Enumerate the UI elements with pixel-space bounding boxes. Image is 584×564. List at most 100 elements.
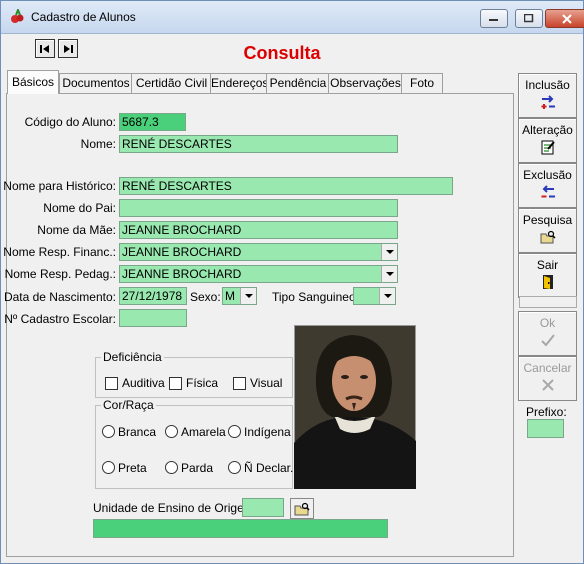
nome-historico-field[interactable]: RENÉ DESCARTES — [119, 177, 453, 195]
sidebar-separator — [519, 296, 577, 308]
nome-label: Nome: — [80, 137, 116, 151]
cancel-x-icon — [541, 379, 554, 391]
amarela-label: Amarela — [181, 425, 226, 439]
indigena-label: Indígena — [244, 425, 291, 439]
chevron-down-icon[interactable] — [379, 288, 395, 304]
pesquisa-label: Pesquisa — [522, 213, 573, 227]
visual-checkbox[interactable] — [233, 377, 246, 390]
radio-parda[interactable] — [165, 461, 178, 474]
cancelar-button[interactable]: Cancelar — [518, 356, 577, 401]
mode-label: Consulta — [243, 43, 321, 63]
sair-button[interactable]: Sair — [518, 253, 577, 298]
exclusao-button[interactable]: Exclusão — [518, 163, 577, 208]
alteracao-button[interactable]: Alteração — [518, 118, 577, 163]
chevron-down-icon[interactable] — [381, 266, 397, 282]
tab-enderecos[interactable]: Endereços — [210, 73, 268, 93]
add-record-icon — [541, 95, 555, 109]
cadastro-escolar-label: Nº Cadastro Escolar: — [4, 312, 116, 326]
preta-label: Preta — [118, 461, 147, 475]
cancelar-label: Cancelar — [523, 361, 572, 375]
exit-door-icon — [542, 275, 553, 289]
parda-label: Parda — [181, 461, 214, 475]
sexo-select[interactable]: M — [222, 287, 257, 305]
cadastro-escolar-field[interactable] — [119, 309, 187, 327]
resp-pedag-select[interactable]: JEANNE BROCHARD — [119, 265, 398, 283]
edit-record-icon — [541, 140, 555, 155]
radio-nao-declarado[interactable] — [228, 461, 241, 474]
resp-pedag-label: Nome Resp. Pedag.: — [4, 267, 116, 281]
ok-button[interactable]: Ok — [518, 311, 577, 356]
unidade-origem-code-field[interactable] — [242, 498, 284, 517]
radio-amarela[interactable] — [165, 425, 178, 438]
data-nasc-field[interactable]: 27/12/1978 — [119, 287, 187, 305]
inclusao-button[interactable]: Inclusão — [518, 73, 577, 118]
nome-pai-field[interactable] — [119, 199, 398, 217]
tab-observacoes[interactable]: Observações — [328, 73, 403, 93]
resp-pedag-value: JEANNE BROCHARD — [122, 267, 242, 281]
sair-label: Sair — [536, 258, 559, 272]
deficiencia-group: Deficiência Auditiva Física Visual — [95, 350, 293, 398]
resp-financ-select[interactable]: JEANNE BROCHARD — [119, 243, 398, 261]
visual-label: Visual — [250, 376, 283, 390]
student-photo — [294, 325, 416, 489]
ok-label: Ok — [539, 316, 556, 330]
minimize-icon — [489, 18, 498, 21]
unidade-origem-label: Unidade de Ensino de Origem: — [93, 501, 258, 515]
nao-declarado-label: Ñ Declar. — [244, 461, 294, 475]
nome-mae-field[interactable]: JEANNE BROCHARD — [119, 221, 398, 239]
branca-label: Branca — [118, 425, 157, 439]
close-button[interactable] — [545, 9, 584, 28]
sexo-value: M — [225, 289, 235, 303]
radio-preta[interactable] — [102, 461, 115, 474]
codigo-label: Código do Aluno: — [24, 115, 116, 129]
chevron-down-icon[interactable] — [240, 288, 256, 304]
fisica-checkbox[interactable] — [169, 377, 182, 390]
maximize-icon — [524, 14, 534, 23]
tab-certidao-civil[interactable]: Certidão Civil — [131, 73, 212, 93]
resp-financ-label: Nome Resp. Financ.: — [3, 245, 116, 259]
previous-icon — [40, 44, 49, 53]
next-record-button[interactable] — [58, 39, 78, 58]
cor-raca-group: Cor/Raça Branca Amarela Indígena Preta P… — [95, 398, 294, 489]
search-folder-icon — [540, 230, 556, 244]
cor-raca-title: Cor/Raça — [101, 398, 156, 412]
auditiva-label: Auditiva — [122, 376, 165, 390]
pesquisa-button[interactable]: Pesquisa — [518, 208, 577, 253]
prefixo-field[interactable] — [527, 419, 564, 438]
resp-financ-value: JEANNE BROCHARD — [122, 245, 242, 259]
tab-documentos[interactable]: Documentos — [59, 73, 133, 93]
auditiva-checkbox[interactable] — [105, 377, 118, 390]
nome-pai-label: Nome do Pai: — [43, 201, 116, 215]
app-icon — [11, 9, 24, 23]
search-folder-icon — [294, 502, 310, 515]
codigo-field[interactable]: 5687.3 — [119, 113, 186, 131]
prefixo-label: Prefixo: — [526, 405, 567, 419]
tipo-sanguineo-select[interactable] — [353, 287, 396, 305]
close-icon — [562, 13, 572, 24]
inclusao-label: Inclusão — [525, 78, 570, 92]
unidade-origem-name-field[interactable] — [93, 519, 388, 538]
tab-foto[interactable]: Foto — [401, 73, 443, 93]
maximize-button[interactable] — [515, 9, 543, 28]
check-icon — [540, 334, 555, 347]
data-nasc-label: Data de Nascimento: — [3, 290, 116, 304]
fisica-label: Física — [186, 376, 219, 390]
sexo-label: Sexo: — [190, 290, 221, 304]
unidade-search-button[interactable] — [290, 498, 314, 519]
chevron-down-icon[interactable] — [381, 244, 397, 260]
window-title: Cadastro de Alunos — [31, 10, 136, 24]
alteracao-label: Alteração — [522, 123, 573, 137]
radio-branca[interactable] — [102, 425, 115, 438]
radio-indigena[interactable] — [228, 425, 241, 438]
next-icon — [64, 44, 73, 53]
delete-record-icon — [541, 185, 555, 198]
title-bar: Cadastro de Alunos — [1, 1, 584, 34]
tab-basicos[interactable]: Básicos — [7, 70, 59, 94]
minimize-button[interactable] — [480, 9, 508, 28]
tipo-sanguineo-label: Tipo Sanguineo: — [272, 290, 359, 304]
main-window: Cadastro de Alunos Consulta Básicos Docu… — [0, 0, 584, 564]
exclusao-label: Exclusão — [523, 168, 572, 182]
nome-field[interactable]: RENÉ DESCARTES — [119, 135, 398, 153]
tab-pendencia[interactable]: Pendência — [266, 73, 330, 93]
previous-record-button[interactable] — [35, 39, 55, 58]
